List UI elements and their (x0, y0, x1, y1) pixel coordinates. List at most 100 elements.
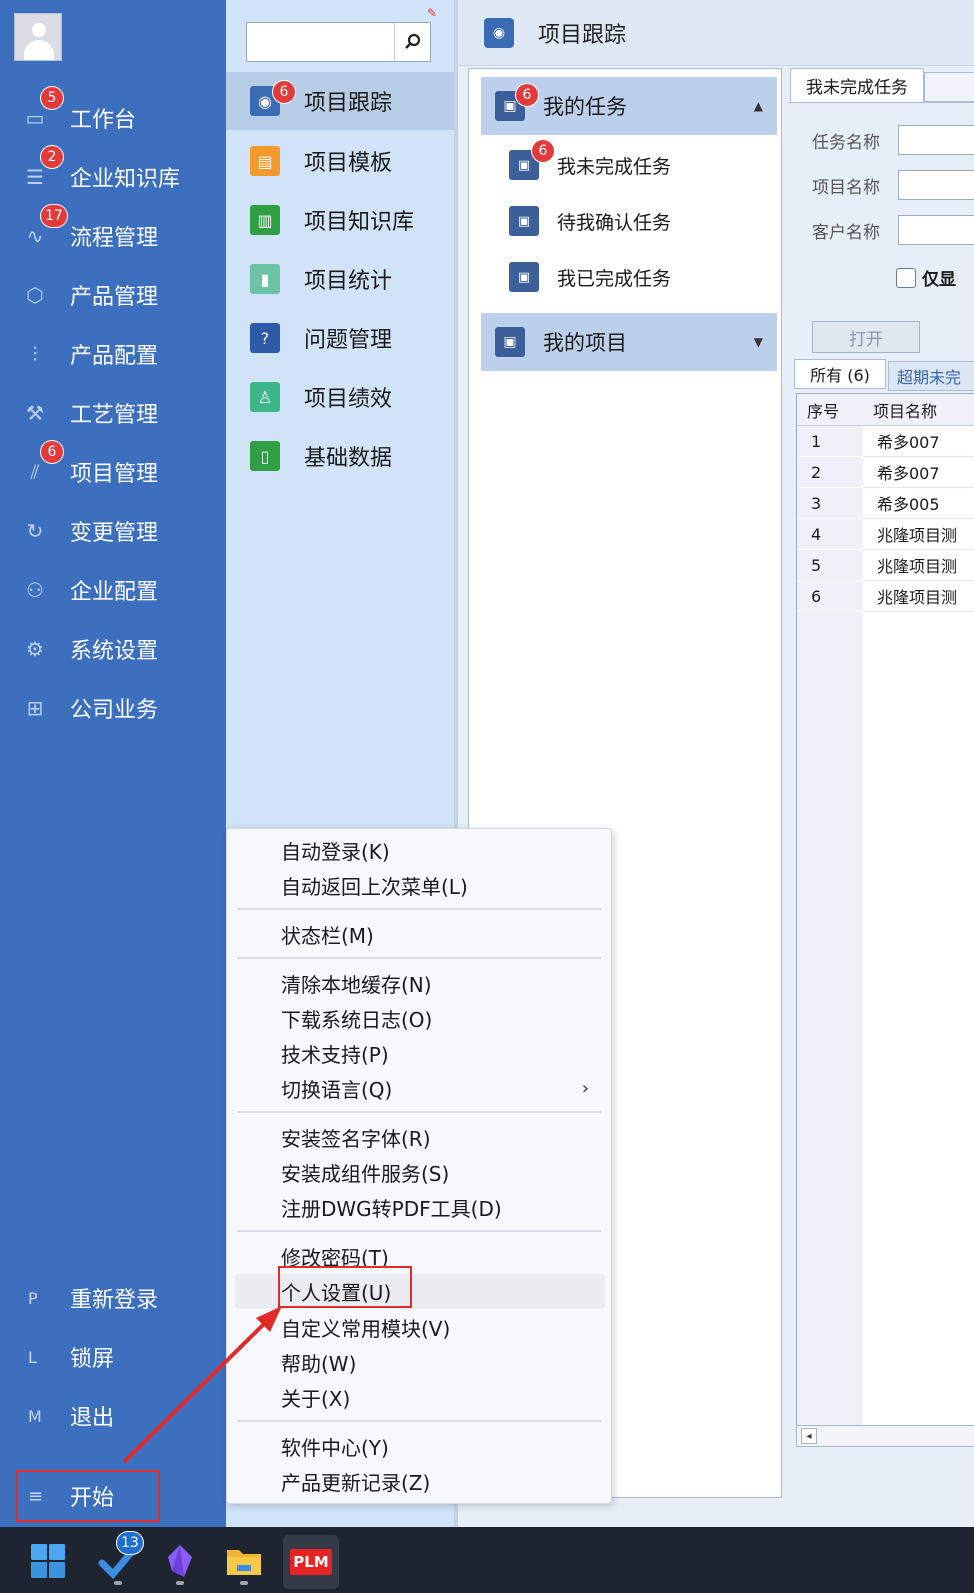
tree-group-my-projects[interactable]: ▣ 我的项目 ▼ (481, 313, 777, 371)
file-explorer-button[interactable] (216, 1533, 272, 1589)
menu-install-component[interactable]: 安装成组件服务(S) (235, 1155, 605, 1190)
menu-software-center[interactable]: 软件中心(Y) (235, 1429, 605, 1464)
obsidian-app-button[interactable] (152, 1533, 208, 1589)
task-doc-icon: ▣ (509, 206, 539, 236)
customer-name-input[interactable] (898, 215, 974, 245)
expand-arrow-icon[interactable]: ▼ (754, 335, 763, 349)
plm-app-icon: PLM (290, 1549, 332, 1575)
sidebar-item-product[interactable]: ⬡ 产品管理 (0, 267, 226, 323)
sidebar-item-label: 企业配置 (70, 580, 159, 605)
sidebar-item-process[interactable]: ∿ 17 流程管理 (0, 204, 226, 264)
sidebar-item-change[interactable]: ↻ 变更管理 (0, 503, 226, 559)
menu-item-label: 软件中心(Y) (281, 1436, 389, 1460)
table-row[interactable]: 3 希多005 (797, 488, 974, 519)
table-row[interactable]: 2 希多007 (797, 457, 974, 488)
tree-leaf-completed[interactable]: ▣ 我已完成任务 (499, 251, 769, 303)
pin-icon[interactable]: ✎ (427, 6, 439, 20)
module-project-template[interactable]: ▤ 项目模板 (226, 132, 454, 190)
task-name-input[interactable] (898, 125, 974, 155)
sub-tab-all[interactable]: 所有 (6) (794, 359, 886, 389)
project-name-input[interactable] (898, 170, 974, 200)
row-header-column (797, 612, 863, 1432)
row-index: 5 (797, 550, 863, 581)
menu-update-log[interactable]: 产品更新记录(Z) (235, 1464, 605, 1499)
scroll-left-icon[interactable]: ◂ (801, 1428, 817, 1444)
menu-install-signature-font[interactable]: 安装签名字体(R) (235, 1120, 605, 1155)
annotation-highlight-box (278, 1266, 412, 1308)
menu-custom-modules[interactable]: 自定义常用模块(V) (235, 1310, 605, 1345)
table-row[interactable]: 5 兆隆项目测 (797, 550, 974, 581)
open-book-icon: ▯ (250, 441, 280, 471)
checkbox-label: 仅显 (922, 270, 956, 290)
menu-clear-cache[interactable]: 清除本地缓存(N) (235, 966, 605, 1001)
menu-item-label: 帮助(W) (281, 1352, 357, 1376)
module-project-knowledge[interactable]: ▥ 项目知识库 (226, 191, 454, 249)
menu-help[interactable]: 帮助(W) (235, 1345, 605, 1380)
hamburger-icon: ≡ (28, 1485, 44, 1507)
menu-register-dwg-tool[interactable]: 注册DWG转PDF工具(D) (235, 1190, 605, 1225)
todo-app-button[interactable]: 13 (90, 1531, 146, 1589)
avatar-head-icon (32, 23, 46, 37)
tab-next[interactable] (924, 72, 974, 102)
project-chart-icon: ⫽ (30, 460, 40, 484)
column-header-project[interactable]: 项目名称 (873, 398, 937, 422)
menu-switch-language[interactable]: 切换语言(Q) › (235, 1071, 605, 1106)
start-context-menu: 自动登录(K) 自动返回上次菜单(L) 状态栏(M) 清除本地缓存(N) 下载系… (226, 828, 612, 1504)
collapse-arrow-icon[interactable]: ▲ (754, 99, 763, 113)
table-row[interactable]: 1 希多007 (797, 426, 974, 457)
task-doc-icon: ▣ (509, 262, 539, 292)
module-project-stats[interactable]: ▮ 项目统计 (226, 250, 454, 308)
sidebar-item-workbench[interactable]: ▭ 5 工作台 (0, 86, 226, 146)
menu-tech-support[interactable]: 技术支持(P) (235, 1036, 605, 1071)
tree-leaf-incomplete[interactable]: ▣ 6 我未完成任务 (499, 139, 769, 191)
column-header-index[interactable]: 序号 (807, 398, 839, 422)
sub-tab-overdue[interactable]: 超期未完 (888, 361, 974, 391)
module-issue-management[interactable]: ? 问题管理 (226, 309, 454, 367)
relogin-button[interactable]: P 重新登录 (0, 1270, 226, 1326)
menu-item-label: 自动登录(K) (281, 840, 390, 864)
lock-screen-button[interactable]: L 锁屏 (0, 1329, 226, 1385)
sidebar-item-craft[interactable]: ⚒ 工艺管理 (0, 385, 226, 441)
menu-auto-login[interactable]: 自动登录(K) (235, 833, 605, 868)
menu-about[interactable]: 关于(X) (235, 1380, 605, 1415)
horizontal-scrollbar[interactable]: ◂ (796, 1425, 974, 1447)
module-project-tracking[interactable]: ◉ 6 项目跟踪 (226, 72, 454, 130)
menu-status-bar[interactable]: 状态栏(M) (235, 917, 605, 952)
menu-auto-return[interactable]: 自动返回上次菜单(L) (235, 868, 605, 903)
sidebar-item-company-business[interactable]: ⊞ 公司业务 (0, 680, 226, 736)
search-button[interactable] (394, 23, 430, 61)
exit-label: 退出 (70, 1406, 115, 1431)
sidebar-item-project[interactable]: ⫽ 6 项目管理 (0, 440, 226, 500)
table-row[interactable]: 6 兆隆项目测 (797, 581, 974, 612)
sidebar-item-knowledge[interactable]: ☰ 2 企业知识库 (0, 145, 226, 205)
tree-group-my-tasks[interactable]: ▣ 6 我的任务 ▲ (481, 77, 777, 135)
workbench-badge: 5 (40, 86, 64, 110)
open-button[interactable]: 打开 (812, 321, 920, 353)
menu-separator (237, 1111, 601, 1113)
user-avatar[interactable] (14, 13, 62, 61)
tree-group-label: 我的项目 (543, 331, 627, 355)
module-base-data[interactable]: ▯ 基础数据 (226, 427, 454, 485)
table-row[interactable]: 4 兆隆项目测 (797, 519, 974, 550)
windows-start-button[interactable] (20, 1533, 76, 1589)
incomplete-badge: 6 (531, 139, 555, 163)
start-button[interactable]: ≡ 开始 (16, 1470, 160, 1522)
exit-button[interactable]: M 退出 (0, 1388, 226, 1444)
checkbox-box[interactable] (896, 267, 916, 288)
sidebar-item-enterprise-config[interactable]: ⚇ 企业配置 (0, 562, 226, 618)
module-project-performance[interactable]: ♙ 项目绩效 (226, 368, 454, 426)
sidebar-item-system-settings[interactable]: ⚙ 系统设置 (0, 621, 226, 677)
menu-separator (237, 957, 601, 959)
tab-incomplete-tasks[interactable]: 我未完成任务 (790, 68, 924, 102)
folder-icon (227, 1550, 261, 1575)
row-project-name: 希多007 (863, 457, 974, 488)
only-show-checkbox[interactable]: 仅显 (896, 265, 956, 290)
plm-app-button[interactable]: PLM (283, 1535, 339, 1589)
module-label: 基础数据 (304, 446, 393, 471)
row-index: 1 (797, 426, 863, 457)
sidebar-item-product-config[interactable]: ⫶ 产品配置 (0, 326, 226, 382)
menu-item-label: 关于(X) (281, 1387, 351, 1411)
menu-download-log[interactable]: 下载系统日志(O) (235, 1001, 605, 1036)
tree-leaf-pending-confirm[interactable]: ▣ 待我确认任务 (499, 195, 769, 247)
search-input[interactable] (247, 23, 393, 61)
